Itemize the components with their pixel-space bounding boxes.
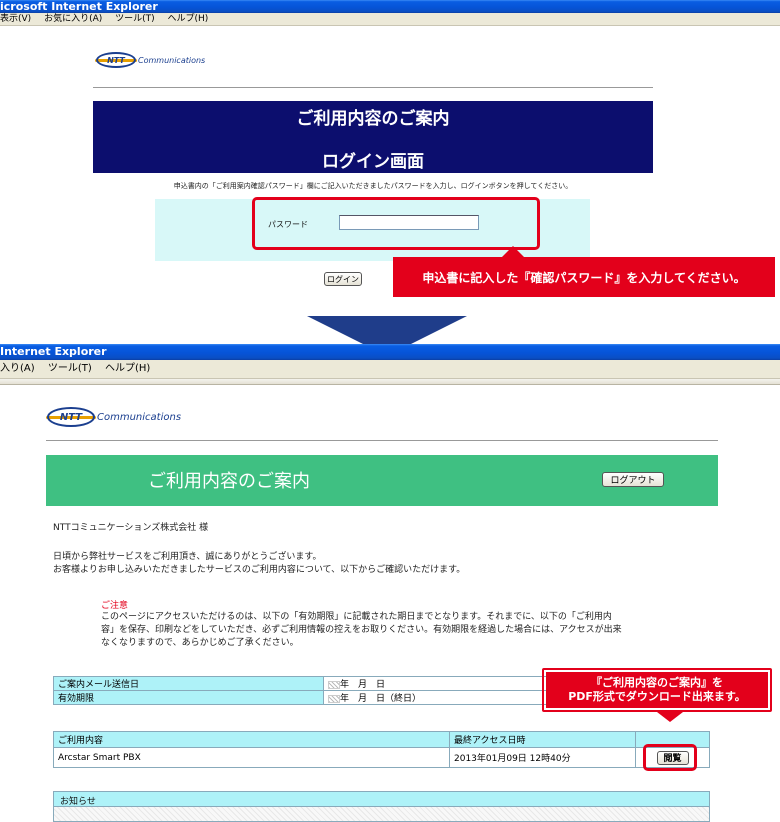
page-title: ご利用内容のご案内 (296, 109, 450, 129)
company-name: NTTコミュニケーションズ株式会社 様 (53, 523, 209, 533)
mail-date-value: 年 月 日 (323, 676, 553, 691)
caution-title: ご注意 (101, 601, 129, 611)
table-row: Arcstar Smart PBX 2013年01月09日 12時40分 閲覧 (53, 747, 710, 768)
login-button[interactable]: ログイン (324, 272, 362, 286)
menu-help[interactable]: ヘルプ(H) (168, 14, 209, 24)
menu-tools-2[interactable]: ツール(T) (48, 363, 92, 374)
window2-title-bar: Internet Explorer (0, 344, 780, 360)
download-callout-line-2: PDF形式でダウンロード出来ます。 (568, 690, 746, 703)
service-header: ご利用内容 (53, 731, 450, 748)
menu-bar-2: 入り(A) ツール(T) ヘルプ(H) (0, 360, 780, 379)
mail-date-label: ご案内メール送信日 (53, 676, 324, 691)
menu-view[interactable]: 表示(V) (0, 14, 31, 24)
menu-favorites[interactable]: お気に入り(A) (44, 14, 102, 24)
notice-header: お知らせ (53, 791, 710, 807)
caution-line-2: 容」を保存、印刷などをしていただき、必ずご利用情報の控えをお取りください。有効期… (101, 625, 622, 635)
dates-table: ご案内メール送信日 年 月 日 有効期限 年 月 日（終日） (53, 676, 553, 705)
login-instruction: 申込書内の「ご利用案内確認パスワード」欄にご記入いただきましたパスワードを入力し… (173, 182, 573, 190)
page-subtitle: ログイン画面 (322, 152, 424, 172)
password-highlight (252, 197, 540, 250)
divider-2 (46, 440, 718, 441)
caution-line-1: このページにアクセスいただけるのは、以下の「有効期限」に記載された期日までとなり… (101, 612, 612, 622)
greeting-line-1: 日頃から弊社サービスをご利用頂き、誠にありがとうございます。 (53, 552, 322, 562)
window-title-bar: icrosoft Internet Explorer (0, 0, 780, 13)
divider (93, 87, 653, 88)
password-callout: 申込書に記入した『確認パスワード』を入力してください。 (393, 257, 775, 297)
table-row: ご利用内容 最終アクセス日時 (53, 731, 710, 748)
menu-help-2[interactable]: ヘルプ(H) (105, 363, 150, 374)
masked-year (328, 694, 340, 703)
notice-body (53, 807, 710, 822)
callout-pointer-2 (657, 712, 683, 722)
caution-line-3: なくなりますので、あらかじめご了承ください。 (101, 638, 299, 648)
service-table: ご利用内容 最終アクセス日時 Arcstar Smart PBX 2013年01… (53, 731, 710, 768)
greeting-line-2: お客様よりお申し込みいただきましたサービスのご利用内容について、以下からご確認い… (53, 565, 466, 575)
toolbar-strip (0, 379, 780, 385)
result-page-title: ご利用内容のご案内 (148, 471, 310, 492)
expiry-value: 年 月 日（終日） (323, 690, 553, 705)
masked-year (328, 680, 340, 689)
ntt-logo-mark-2: NTT (46, 407, 96, 427)
ntt-logo-2: NTT Communications (46, 405, 182, 429)
callout-pointer (502, 246, 524, 257)
logout-button[interactable]: ログアウト (602, 472, 664, 487)
last-access-header: 最終アクセス日時 (449, 731, 636, 748)
view-button-highlight (643, 744, 697, 771)
table-row: ご案内メール送信日 年 月 日 (53, 676, 553, 691)
menu-favorites-2[interactable]: 入り(A) (0, 363, 35, 374)
result-banner: ご利用内容のご案内 ログアウト (46, 455, 718, 506)
table-row: 有効期限 年 月 日（終日） (53, 690, 553, 705)
menu-bar: 表示(V) お気に入り(A) ツール(T) ヘルプ(H) (0, 13, 780, 26)
window2-title: Internet Explorer (0, 345, 107, 358)
menu-tools[interactable]: ツール(T) (115, 14, 155, 24)
ntt-logo-word: Communications (138, 55, 206, 65)
login-banner: ご利用内容のご案内 ログイン画面 (93, 101, 653, 173)
ntt-logo-word-2: Communications (97, 411, 182, 423)
download-callout-line-1: 『ご利用内容のご案内』を (591, 676, 723, 689)
download-callout: 『ご利用内容のご案内』を PDF形式でダウンロード出来ます。 (546, 672, 768, 708)
last-access-value: 2013年01月09日 12時40分 (449, 747, 636, 768)
window-title: icrosoft Internet Explorer (0, 0, 158, 13)
ntt-logo-mark: NTT (95, 52, 137, 68)
ntt-logo: NTT Communications (95, 50, 206, 70)
expiry-label: 有効期限 (53, 690, 324, 705)
service-name: Arcstar Smart PBX (53, 747, 450, 768)
